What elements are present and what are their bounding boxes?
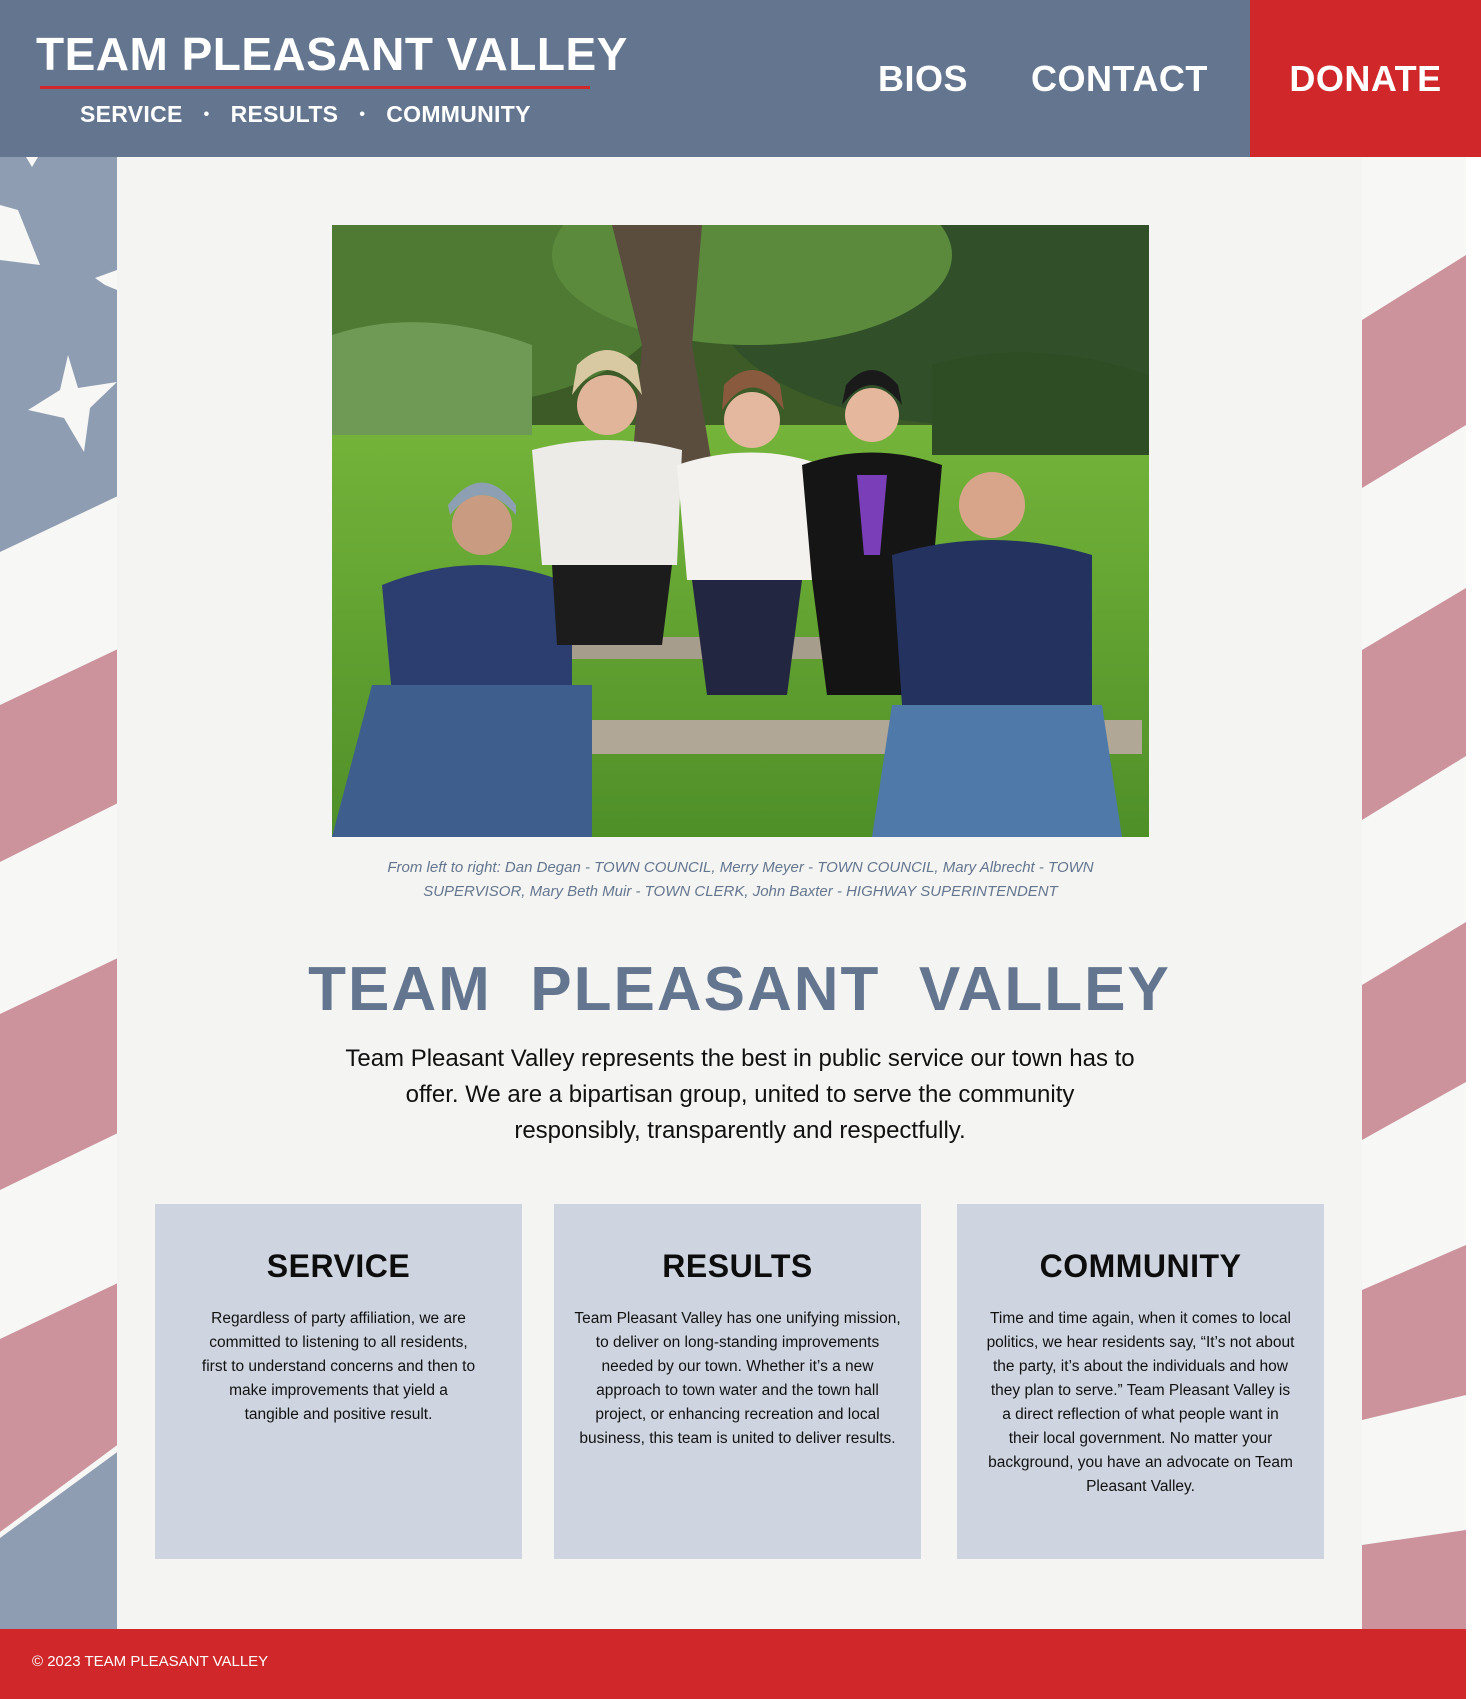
card-body: Regardless of party affiliation, we are … <box>201 1310 476 1423</box>
brand-title[interactable]: TEAM PLEASANT VALLEY <box>36 28 628 80</box>
page-title: TEAM PLEASANT VALLEY <box>308 955 1171 1024</box>
card-title: SERVICE <box>266 1248 411 1284</box>
donate-button[interactable]: DONATE <box>1250 0 1481 157</box>
card-service: SERVICE Regardless of party affiliation,… <box>155 1204 522 1559</box>
intro-text: Team Pleasant Valley represents the best… <box>345 1045 1135 1144</box>
nav-bios-link[interactable]: BIOS <box>878 58 968 100</box>
brand-tagline: SERVICE • RESULTS • COMMUNITY <box>80 101 628 128</box>
tagline-separator: • <box>359 105 366 123</box>
footer-copyright: © 2023 TEAM PLEASANT VALLEY <box>32 1653 269 1670</box>
nav-contact-link[interactable]: CONTACT <box>1031 58 1208 100</box>
tagline-results: RESULTS <box>230 101 339 127</box>
tagline-community: COMMUNITY <box>386 101 531 127</box>
caption-line: SUPERVISOR, Mary Beth Muir - TOWN CLERK,… <box>423 883 1058 900</box>
card-results: RESULTS Team Pleasant Valley has one uni… <box>554 1204 921 1559</box>
caption-line: From left to right: Dan Degan - TOWN COU… <box>387 859 1094 876</box>
card-title: RESULTS <box>662 1248 813 1284</box>
card-community: COMMUNITY Time and time again, when it c… <box>957 1204 1324 1559</box>
card-body: Time and time again, when it comes to lo… <box>986 1310 1295 1495</box>
team-photo <box>332 225 1149 837</box>
tagline-separator: • <box>203 105 210 123</box>
card-title: COMMUNITY <box>1039 1248 1242 1284</box>
site-header: TEAM PLEASANT VALLEY SERVICE • RESULTS •… <box>0 0 1250 157</box>
tagline-service: SERVICE <box>80 101 183 127</box>
site-footer: © 2023 TEAM PLEASANT VALLEY <box>0 1629 1466 1699</box>
brand-underline <box>40 86 590 89</box>
photo-caption: From left to right: Dan Degan - TOWN COU… <box>332 856 1149 904</box>
card-body: Team Pleasant Valley has one unifying mi… <box>574 1310 901 1447</box>
brand-logo[interactable]: TEAM PLEASANT VALLEY SERVICE • RESULTS •… <box>36 28 628 128</box>
